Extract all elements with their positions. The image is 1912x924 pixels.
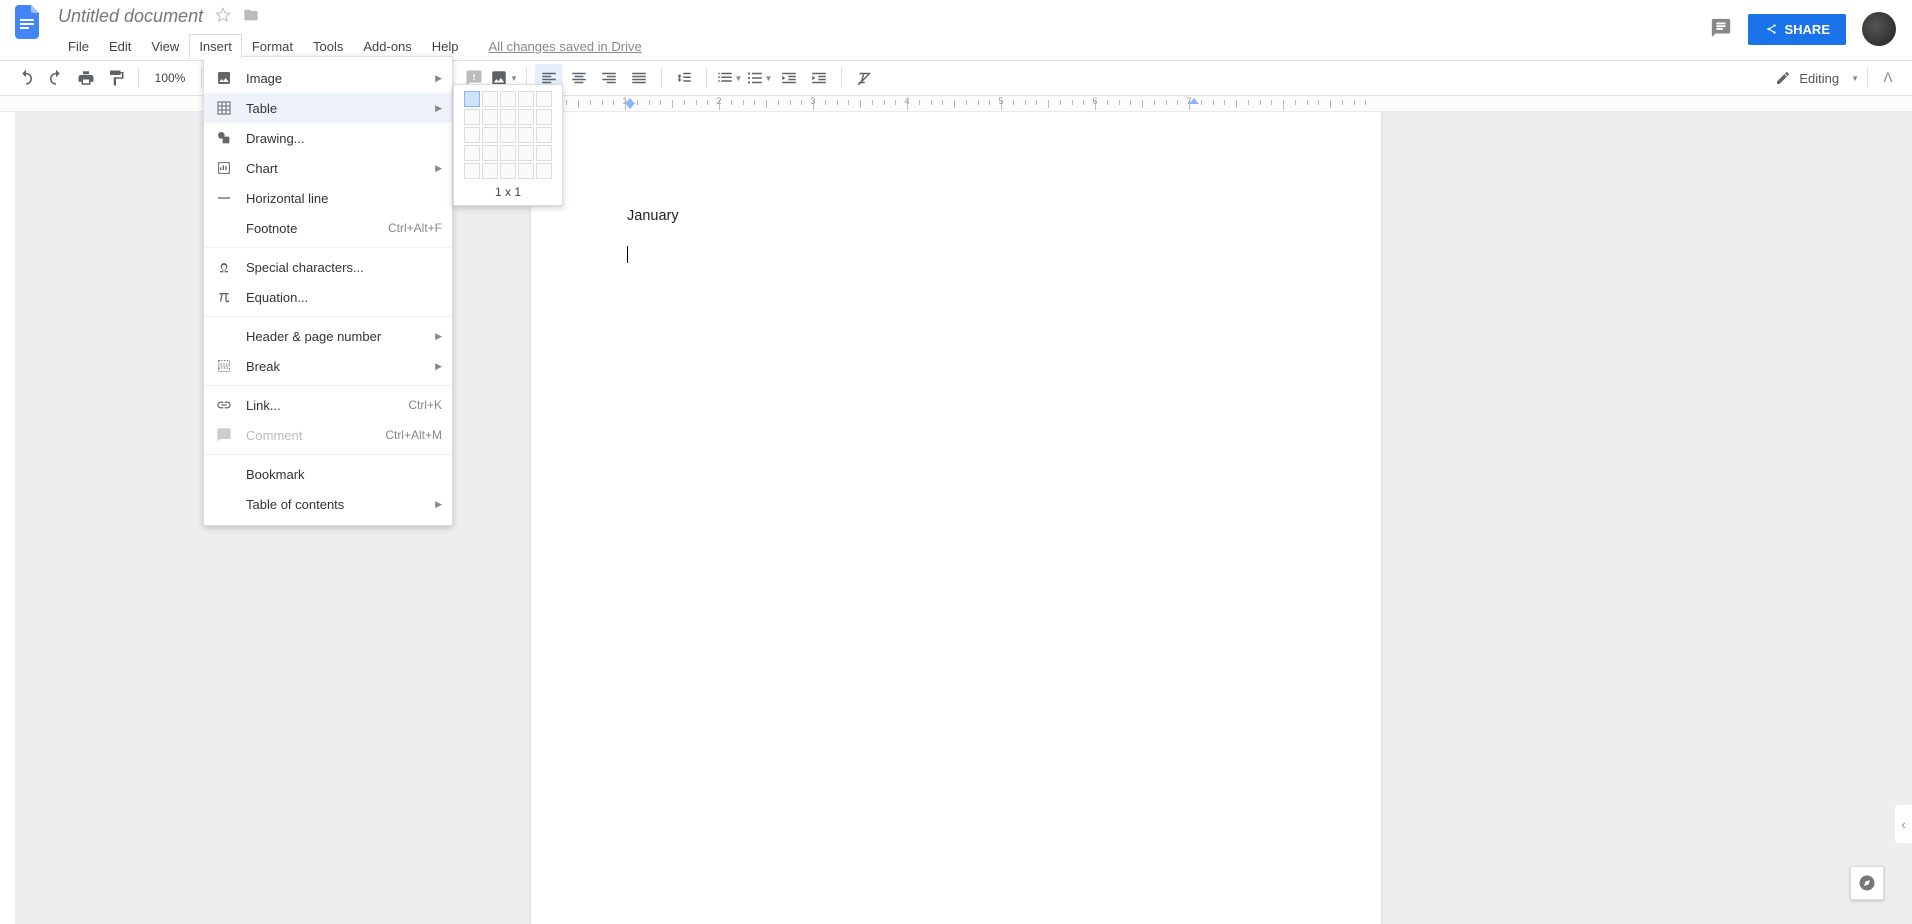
decrease-indent-button[interactable]	[775, 64, 803, 92]
comment-icon	[214, 425, 234, 445]
move-folder-icon[interactable]	[243, 7, 259, 26]
table-icon	[214, 98, 234, 118]
table-size-cell[interactable]	[464, 109, 480, 125]
docs-logo[interactable]	[8, 2, 48, 42]
table-size-cell[interactable]	[500, 145, 516, 161]
break-icon	[214, 356, 234, 376]
menu-tools[interactable]: Tools	[303, 34, 353, 59]
insert-break[interactable]: Break ▶	[204, 351, 452, 381]
vertical-ruler[interactable]	[0, 112, 16, 924]
insert-special-characters[interactable]: Special characters...	[204, 252, 452, 282]
document-text-line[interactable]: January	[627, 208, 1285, 224]
table-size-cell[interactable]	[464, 91, 480, 107]
mode-switcher[interactable]: Editing ▼	[1775, 70, 1859, 86]
clear-formatting-button[interactable]	[850, 64, 878, 92]
insert-table[interactable]: Table ▶	[204, 93, 452, 123]
save-status[interactable]: All changes saved in Drive	[489, 39, 642, 54]
submenu-arrow-icon: ▶	[435, 103, 442, 114]
table-size-cell[interactable]	[482, 91, 498, 107]
menu-help[interactable]: Help	[422, 34, 469, 59]
table-size-cell[interactable]	[518, 91, 534, 107]
table-size-picker[interactable]: 1 x 1	[453, 84, 563, 206]
pi-icon	[214, 287, 234, 307]
hide-menus-button[interactable]: ᐱ	[1876, 70, 1900, 86]
redo-button[interactable]	[42, 64, 70, 92]
submenu-arrow-icon: ▶	[435, 499, 442, 510]
table-size-cell[interactable]	[464, 127, 480, 143]
insert-horizontal-line[interactable]: Horizontal line	[204, 183, 452, 213]
table-size-cell[interactable]	[482, 145, 498, 161]
table-size-cell[interactable]	[518, 127, 534, 143]
table-size-cell[interactable]	[482, 163, 498, 179]
menu-insert[interactable]: Insert	[189, 34, 242, 59]
insert-header-page-number[interactable]: Header & page number ▶	[204, 321, 452, 351]
bulleted-list-button[interactable]: ▼	[745, 64, 773, 92]
omega-icon	[214, 257, 234, 277]
submenu-arrow-icon: ▶	[435, 361, 442, 372]
insert-equation[interactable]: Equation...	[204, 282, 452, 312]
print-button[interactable]	[72, 64, 100, 92]
numbered-list-button[interactable]: ▼	[715, 64, 743, 92]
table-size-cell[interactable]	[500, 91, 516, 107]
table-size-cell[interactable]	[518, 109, 534, 125]
chart-icon	[214, 158, 234, 178]
submenu-arrow-icon: ▶	[435, 73, 442, 84]
explore-button[interactable]	[1850, 866, 1884, 900]
align-right-button[interactable]	[595, 64, 623, 92]
insert-drawing[interactable]: Drawing...	[204, 123, 452, 153]
submenu-arrow-icon: ▶	[435, 331, 442, 342]
insert-bookmark[interactable]: Bookmark	[204, 459, 452, 489]
submenu-arrow-icon: ▶	[435, 163, 442, 174]
table-size-cell[interactable]	[536, 145, 552, 161]
insert-comment: Comment Ctrl+Alt+M	[204, 420, 452, 450]
page[interactable]: January	[531, 112, 1381, 924]
table-size-cell[interactable]	[464, 145, 480, 161]
align-justify-button[interactable]	[625, 64, 653, 92]
table-size-cell[interactable]	[482, 127, 498, 143]
drawing-icon	[214, 128, 234, 148]
line-spacing-button[interactable]	[670, 64, 698, 92]
insert-menu-dropdown: Image ▶ Table ▶ Drawing... Chart ▶ Horiz…	[203, 56, 453, 526]
menu-view[interactable]: View	[141, 34, 189, 59]
table-size-cell[interactable]	[518, 163, 534, 179]
insert-table-of-contents[interactable]: Table of contents ▶	[204, 489, 452, 519]
table-size-cell[interactable]	[536, 91, 552, 107]
table-size-cell[interactable]	[500, 127, 516, 143]
table-size-cell[interactable]	[464, 163, 480, 179]
insert-image[interactable]: Image ▶	[204, 63, 452, 93]
document-title[interactable]: Untitled document	[58, 6, 203, 27]
paint-format-button[interactable]	[102, 64, 130, 92]
share-label: SHARE	[1784, 22, 1830, 37]
link-icon	[214, 395, 234, 415]
image-icon	[214, 68, 234, 88]
table-size-label: 1 x 1	[460, 185, 556, 199]
align-center-button[interactable]	[565, 64, 593, 92]
account-avatar[interactable]	[1862, 12, 1896, 46]
menu-addons[interactable]: Add-ons	[353, 34, 421, 59]
table-size-cell[interactable]	[500, 163, 516, 179]
text-cursor	[627, 246, 628, 263]
undo-button[interactable]	[12, 64, 40, 92]
increase-indent-button[interactable]	[805, 64, 833, 92]
horizontal-line-icon	[214, 188, 234, 208]
table-size-cell[interactable]	[536, 109, 552, 125]
table-size-cell[interactable]	[482, 109, 498, 125]
open-comments-button[interactable]	[1710, 17, 1732, 42]
menu-file[interactable]: File	[58, 34, 99, 59]
menu-format[interactable]: Format	[242, 34, 303, 59]
zoom-select[interactable]: 100%	[147, 71, 193, 85]
insert-chart[interactable]: Chart ▶	[204, 153, 452, 183]
show-side-panel-button[interactable]: ‹	[1894, 804, 1912, 844]
insert-link[interactable]: Link... Ctrl+K	[204, 390, 452, 420]
table-size-cell[interactable]	[518, 145, 534, 161]
table-size-cell[interactable]	[500, 109, 516, 125]
star-icon[interactable]	[215, 7, 231, 26]
menu-edit[interactable]: Edit	[99, 34, 141, 59]
table-size-cell[interactable]	[536, 163, 552, 179]
table-size-cell[interactable]	[536, 127, 552, 143]
share-button[interactable]: SHARE	[1748, 14, 1846, 45]
insert-footnote[interactable]: Footnote Ctrl+Alt+F	[204, 213, 452, 243]
